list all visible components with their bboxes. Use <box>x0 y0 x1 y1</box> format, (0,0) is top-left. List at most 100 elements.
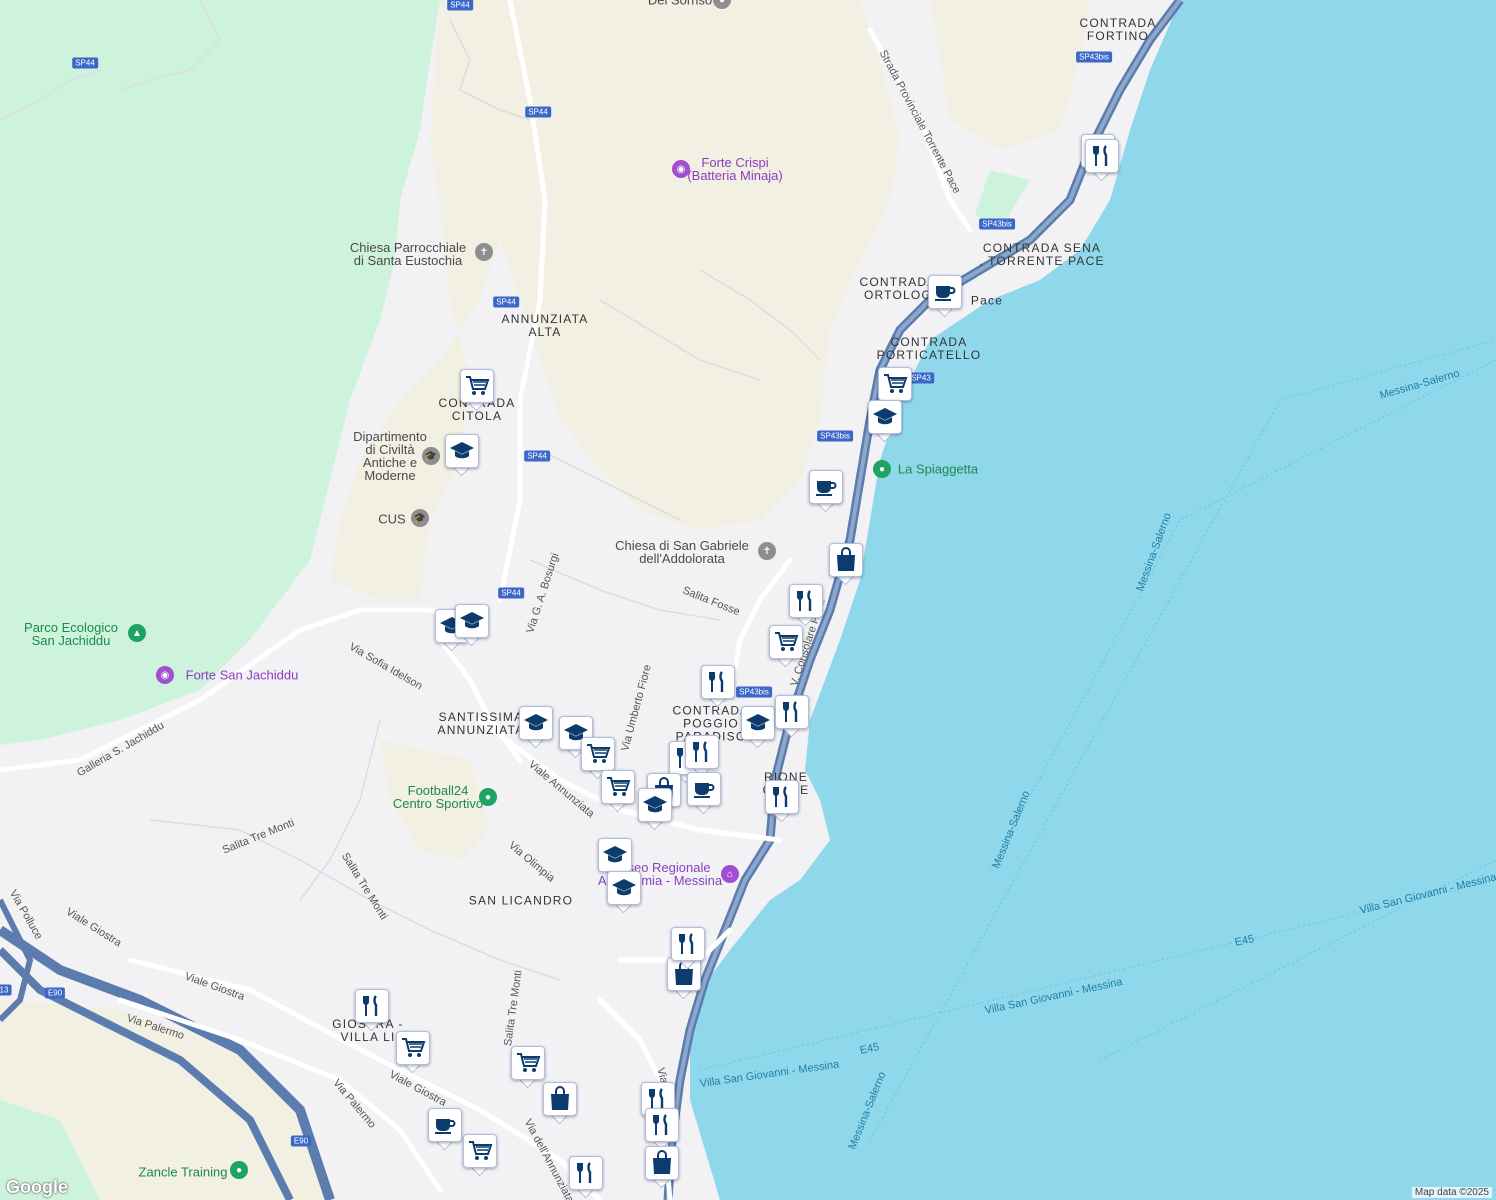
restaurant-icon <box>794 589 818 613</box>
road-shield: SP43bis <box>817 430 853 442</box>
road-shield: SP44 <box>524 450 550 462</box>
poi-label[interactable]: Football24 Centro Sportivo <box>393 784 483 810</box>
map-marker[interactable] <box>519 706 553 749</box>
map-marker[interactable] <box>687 772 721 815</box>
map-marker[interactable] <box>460 369 494 412</box>
museum-icon[interactable]: ⌂ <box>721 865 739 883</box>
road-shield: E90 <box>44 987 66 999</box>
church-icon[interactable]: ✝ <box>475 243 493 261</box>
google-logo[interactable]: Google <box>6 1177 68 1198</box>
road-shield: SP43bis <box>979 218 1015 230</box>
church-icon[interactable]: ✝ <box>758 542 776 560</box>
school-icon <box>602 844 628 866</box>
camera-icon[interactable]: ◉ <box>156 666 174 684</box>
map-marker[interactable] <box>455 604 489 647</box>
school-icon <box>449 440 475 462</box>
map-marker[interactable] <box>829 543 863 586</box>
school-icon[interactable]: 🎓 <box>411 509 429 527</box>
map-marker[interactable] <box>868 400 902 443</box>
map-marker[interactable] <box>355 989 389 1032</box>
shopping-cart-icon <box>467 1139 493 1163</box>
road-shield: SP43bis <box>736 686 772 698</box>
map-marker[interactable] <box>789 584 823 627</box>
poi-label[interactable]: Parco Ecologico San Jachiddu <box>24 621 118 647</box>
school-icon <box>872 406 898 428</box>
shopping-cart-icon <box>464 374 490 398</box>
restaurant-icon <box>770 785 794 809</box>
road-shield: SP44 <box>525 106 551 118</box>
map-marker[interactable] <box>809 470 843 513</box>
shopping-cart-icon <box>585 742 611 766</box>
pin-icon[interactable]: ● <box>479 788 497 806</box>
coffee-icon <box>692 777 716 801</box>
map-marker[interactable] <box>928 275 962 318</box>
area-label: CONTRADA SENA , TORRENTE PACE <box>979 241 1105 268</box>
school-icon <box>642 794 668 816</box>
poi-label[interactable]: Chiesa Parrocchiale di Santa Eustochia <box>350 241 466 267</box>
road-shield: 13 <box>0 984 12 996</box>
map-marker[interactable] <box>1085 139 1119 182</box>
area-label: SAN LICANDRO <box>468 893 574 908</box>
poi-label[interactable]: CUS <box>378 513 405 526</box>
shopping-bag-icon <box>548 1086 572 1112</box>
map-marker[interactable] <box>645 1108 679 1151</box>
poi-label[interactable]: Forte San Jachiddu <box>186 669 299 682</box>
school-icon <box>459 610 485 632</box>
map-marker[interactable] <box>601 770 635 813</box>
school-icon <box>611 877 637 899</box>
map-canvas[interactable]: CONTRADA FORTINO CONTRADA SENA , TORRENTE… <box>0 0 1496 1200</box>
poi-label[interactable]: Chiesa di San Gabriele dell'Addolorata <box>615 539 749 565</box>
pin-icon[interactable]: ● <box>873 460 891 478</box>
map-marker[interactable] <box>638 788 672 831</box>
map-marker[interactable] <box>775 695 809 738</box>
road-shield: SP44 <box>72 57 98 69</box>
shopping-cart-icon <box>882 372 908 396</box>
school-icon <box>745 712 771 734</box>
shopping-cart-icon <box>400 1036 426 1060</box>
map-marker[interactable] <box>765 780 799 823</box>
poi-label[interactable]: Dipartimento di Civiltà Antiche e Modern… <box>353 430 427 482</box>
shopping-bag-icon <box>834 547 858 573</box>
road-shield: SP44 <box>493 296 519 308</box>
map-marker[interactable] <box>701 665 735 708</box>
map-marker[interactable] <box>671 927 705 970</box>
camera-icon[interactable]: ◉ <box>672 160 690 178</box>
restaurant-icon <box>574 1161 598 1185</box>
map-marker[interactable] <box>543 1082 577 1125</box>
map-marker[interactable] <box>511 1046 545 1089</box>
restaurant-icon <box>360 994 384 1018</box>
map-marker[interactable] <box>645 1146 679 1189</box>
map-attribution[interactable]: Map data ©2025 <box>1411 1187 1492 1198</box>
shopping-cart-icon <box>605 775 631 799</box>
map-marker[interactable] <box>685 735 719 778</box>
shopping-bag-icon <box>650 1150 674 1176</box>
map-marker[interactable] <box>607 871 641 914</box>
poi-label[interactable]: Forte Crispi (Batteria Minaja) <box>687 156 782 182</box>
restaurant-icon <box>650 1113 674 1137</box>
map-marker[interactable] <box>396 1031 430 1074</box>
area-label: CONTRADA PORTICATELLO <box>876 335 982 362</box>
map-marker[interactable] <box>769 625 803 668</box>
road-shield: SP44 <box>498 587 524 599</box>
restaurant-icon <box>706 670 730 694</box>
map-marker[interactable] <box>463 1134 497 1177</box>
map-marker[interactable] <box>445 434 479 477</box>
poi-label[interactable]: Del Sorriso <box>648 0 712 7</box>
school-icon[interactable]: 🎓 <box>422 447 440 465</box>
map-marker[interactable] <box>428 1108 462 1151</box>
coffee-icon <box>933 280 957 304</box>
poi-label[interactable]: Zancle Training <box>139 1166 228 1179</box>
poi-label[interactable]: La Spiaggetta <box>898 463 978 476</box>
shopping-cart-icon <box>515 1051 541 1075</box>
map-marker[interactable] <box>569 1156 603 1199</box>
pin-icon[interactable]: ● <box>230 1161 248 1179</box>
area-label: ANNUNZIATA ALTA <box>501 312 589 339</box>
area-label: CONTRADA FORTINO <box>1079 16 1157 43</box>
restaurant-icon <box>676 932 700 956</box>
map-marker[interactable] <box>741 706 775 749</box>
road-shield: SP44 <box>447 0 473 11</box>
restaurant-icon <box>780 700 804 724</box>
tree-icon[interactable]: ▲ <box>128 624 146 642</box>
road-shield: SP43 <box>908 372 934 384</box>
shopping-cart-icon <box>773 630 799 654</box>
